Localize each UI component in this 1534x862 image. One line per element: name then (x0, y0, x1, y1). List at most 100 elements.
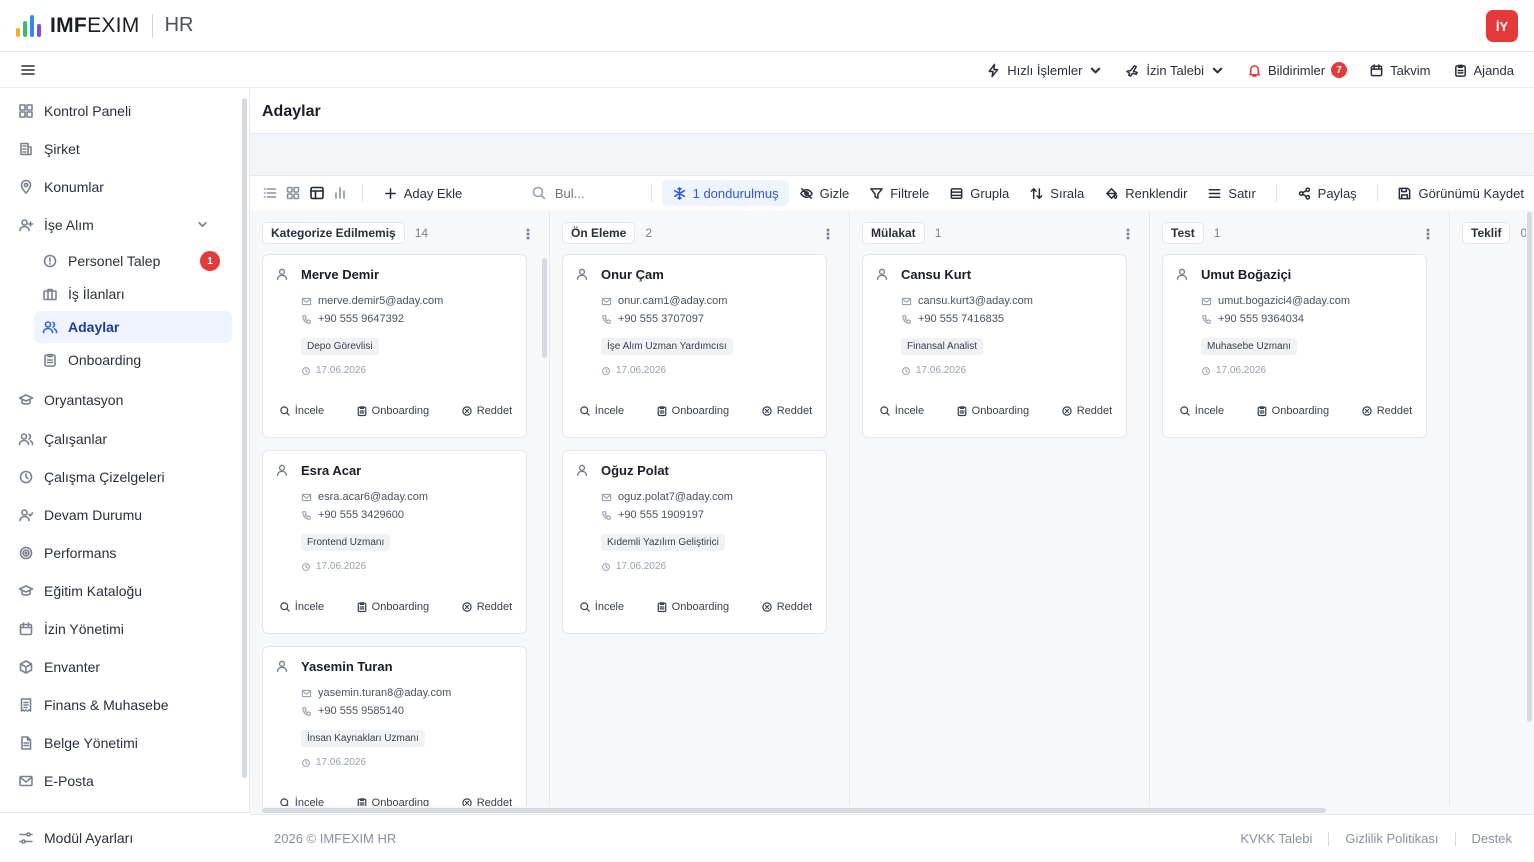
eye-off-icon (799, 186, 814, 201)
column-title[interactable]: Teklif (1462, 222, 1511, 244)
column-header: Kategorize Edilmemiş 14 (262, 222, 428, 244)
sidebar-item-egitim-katalogu[interactable]: Eğitim Kataloğu (10, 575, 232, 607)
onboarding-button[interactable]: Onboarding (656, 405, 729, 417)
candidate-card[interactable]: Oğuz Polat oguz.polat7@aday.com +90 555 19… (562, 450, 827, 634)
sidebar-item-calisma-cizelgeleri[interactable]: Çalışma Çizelgeleri (10, 461, 232, 493)
onboarding-button[interactable]: Onboarding (1256, 405, 1329, 417)
reject-button[interactable]: Reddet (461, 601, 512, 613)
quick-actions-dropdown[interactable]: Hızlı İşlemler (986, 63, 1103, 78)
reject-button[interactable]: Reddet (461, 797, 512, 806)
sidebar-scrollbar[interactable] (240, 88, 248, 812)
grid-view-button[interactable] (281, 180, 305, 206)
sidebar-item-is-ilanlari[interactable]: İş İlanları (34, 278, 232, 310)
sidebar-item-adaylar[interactable]: Adaylar (34, 311, 232, 343)
reject-button[interactable]: Reddet (1061, 405, 1112, 417)
calendar-button[interactable]: Takvim (1369, 63, 1431, 78)
reject-button[interactable]: Reddet (761, 601, 812, 613)
privacy-link[interactable]: Gizlilik Politikası (1345, 831, 1438, 846)
column-title[interactable]: Mülakat (862, 222, 925, 244)
agenda-button[interactable]: Ajanda (1453, 63, 1514, 78)
sidebar-item-finans-muhasebe[interactable]: Finans & Muhasebe (10, 689, 232, 721)
column-title[interactable]: Test (1162, 222, 1204, 244)
sidebar-item-personel-talep[interactable]: Personel Talep 1 (34, 245, 232, 277)
candidate-card[interactable]: Cansu Kurt cansu.kurt3@aday.com +90 555 74… (862, 254, 1127, 438)
more-vertical-icon[interactable] (1421, 227, 1435, 241)
board-scroll-thumb[interactable] (262, 808, 1326, 813)
add-candidate-button[interactable]: Aday Ekle (373, 180, 473, 206)
candidate-card[interactable]: Yasemin Turan yasemin.turan8@aday.com +90 … (262, 646, 527, 806)
candidate-card[interactable]: Umut Boğaziçi umut.bogazici4@aday.com +90 … (1162, 254, 1427, 438)
hide-button[interactable]: Gizle (789, 180, 860, 206)
candidate-email-text: yasemin.turan8@aday.com (318, 687, 452, 699)
review-button[interactable]: İncele (579, 601, 624, 613)
candidate-card[interactable]: Esra Acar esra.acar6@aday.com +90 555 3429… (262, 450, 527, 634)
review-button[interactable]: İncele (879, 405, 924, 417)
onboarding-button[interactable]: Onboarding (656, 601, 729, 613)
list-view-button[interactable] (258, 180, 282, 206)
sort-button[interactable]: Sırala (1019, 180, 1094, 206)
review-button[interactable]: İncele (279, 405, 324, 417)
sidebar-item-envanter[interactable]: Envanter (10, 651, 232, 683)
sidebar-item-konumlar[interactable]: Konumlar (10, 171, 232, 203)
more-vertical-icon[interactable] (821, 227, 835, 241)
column-title[interactable]: Ön Eleme (562, 222, 636, 244)
sidebar-item-oryantasyon[interactable]: Oryantasyon (10, 384, 232, 416)
sidebar-item-devam-durumu[interactable]: Devam Durumu (10, 499, 232, 531)
kvkk-link[interactable]: KVKK Talebi (1240, 831, 1312, 846)
row-button[interactable]: Satır (1197, 180, 1265, 206)
sidebar-item-onboarding[interactable]: Onboarding (34, 344, 232, 376)
candidate-date-text: 17.06.2026 (316, 365, 367, 376)
share-button[interactable]: Paylaş (1287, 180, 1367, 206)
phone-icon (301, 314, 312, 325)
candidate-card[interactable]: Merve Demir merve.demir5@aday.com +90 555 … (262, 254, 527, 438)
chart-view-button[interactable] (328, 180, 352, 206)
reject-button[interactable]: Reddet (1361, 405, 1412, 417)
sidebar-item-ise-alim[interactable]: İşe Alım (10, 209, 232, 241)
reject-button[interactable]: Reddet (761, 405, 812, 417)
mail-icon (1201, 296, 1212, 307)
review-button[interactable]: İncele (279, 797, 324, 806)
notifications-button[interactable]: Bildirimler 7 (1247, 62, 1348, 78)
hamburger-menu-icon[interactable] (20, 62, 36, 78)
user-avatar[interactable]: İY (1486, 10, 1518, 42)
sidebar-item-sirket[interactable]: Şirket (10, 133, 232, 165)
sidebar-item-izin-yonetimi[interactable]: İzin Yönetimi (10, 613, 232, 645)
search-box[interactable] (521, 185, 641, 201)
color-button[interactable]: Renklendir (1094, 180, 1197, 206)
save-view-button[interactable]: Görünümü Kaydet (1387, 180, 1534, 206)
sidebar-item-calisanlar[interactable]: Çalışanlar (10, 423, 232, 455)
review-button[interactable]: İncele (579, 405, 624, 417)
sidebar-item-performans[interactable]: Performans (10, 537, 232, 569)
support-link[interactable]: Destek (1472, 831, 1512, 846)
leave-request-dropdown[interactable]: İzin Talebi (1125, 63, 1225, 78)
onboarding-button[interactable]: Onboarding (356, 405, 429, 417)
reject-button[interactable]: Reddet (461, 405, 512, 417)
column-title[interactable]: Kategorize Edilmemiş (262, 222, 405, 244)
onboarding-button[interactable]: Onboarding (356, 797, 429, 806)
sidebar-item-kontrol-paneli[interactable]: Kontrol Paneli (10, 95, 232, 127)
document-icon (16, 735, 36, 751)
column-header: Test 1 (1162, 222, 1220, 244)
search-input[interactable] (554, 185, 635, 201)
filter-button[interactable]: Filtrele (859, 180, 939, 206)
sidebar-item-belge-yonetimi[interactable]: Belge Yönetimi (10, 727, 232, 759)
review-button[interactable]: İncele (1179, 405, 1224, 417)
box-icon (16, 659, 36, 675)
candidate-card[interactable]: Onur Çam onur.cam1@aday.com +90 555 370709… (562, 254, 827, 438)
board-vertical-scrollbar[interactable] (1527, 212, 1532, 722)
group-button[interactable]: Grupla (939, 180, 1019, 206)
onboarding-button[interactable]: Onboarding (956, 405, 1029, 417)
mail-icon (601, 492, 612, 503)
sidebar-scroll-thumb[interactable] (242, 98, 247, 778)
clipboard-icon (956, 405, 968, 417)
more-vertical-icon[interactable] (1121, 227, 1135, 241)
frozen-columns-button[interactable]: 1 dondurulmuş (661, 180, 789, 206)
column-scrollbar[interactable] (542, 258, 547, 358)
module-settings-button[interactable]: Modül Ayarları (10, 822, 232, 854)
sidebar-item-e-posta[interactable]: E-Posta (10, 765, 232, 797)
kanban-view-button[interactable] (305, 180, 329, 206)
onboarding-button[interactable]: Onboarding (356, 601, 429, 613)
review-button[interactable]: İncele (279, 601, 324, 613)
app-logo[interactable]: IMFEXIM HR (16, 13, 194, 38)
more-vertical-icon[interactable] (521, 227, 535, 241)
